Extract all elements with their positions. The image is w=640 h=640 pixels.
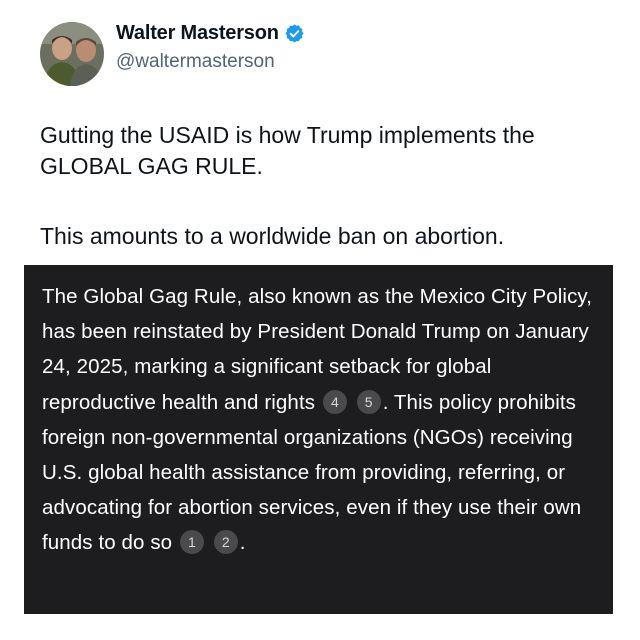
citation-badge-2[interactable]: 2 bbox=[213, 530, 238, 555]
tweet-text-line-1: Gutting the USAID is how Trump implement… bbox=[40, 122, 535, 179]
user-handle[interactable]: @waltermasterson bbox=[116, 51, 305, 73]
verified-badge-icon bbox=[284, 23, 305, 44]
quoted-answer-text: The Global Gag Rule, also known as the M… bbox=[42, 279, 595, 561]
avatar[interactable] bbox=[40, 22, 104, 86]
tweet-header: Walter Masterson @waltermasterson bbox=[40, 22, 305, 86]
quote-text-part-3: . bbox=[239, 531, 246, 555]
author-block: Walter Masterson @waltermasterson bbox=[116, 22, 305, 73]
quoted-answer-box: The Global Gag Rule, also known as the M… bbox=[24, 265, 613, 614]
citation-badge-5[interactable]: 5 bbox=[356, 389, 381, 414]
quote-text-part-2: . This policy prohibits foreign non-gove… bbox=[42, 390, 588, 555]
tweet-screenshot: Walter Masterson @waltermasterson Guttin… bbox=[0, 0, 640, 640]
tweet-body: Gutting the USAID is how Trump implement… bbox=[40, 120, 610, 252]
tweet-text-line-2: This amounts to a worldwide ban on abort… bbox=[40, 223, 505, 249]
citation-badge-4[interactable]: 4 bbox=[322, 389, 347, 414]
avatar-photo bbox=[40, 22, 104, 86]
display-name[interactable]: Walter Masterson bbox=[116, 22, 279, 45]
citation-badge-1[interactable]: 1 bbox=[179, 530, 204, 555]
name-row: Walter Masterson bbox=[116, 22, 305, 45]
